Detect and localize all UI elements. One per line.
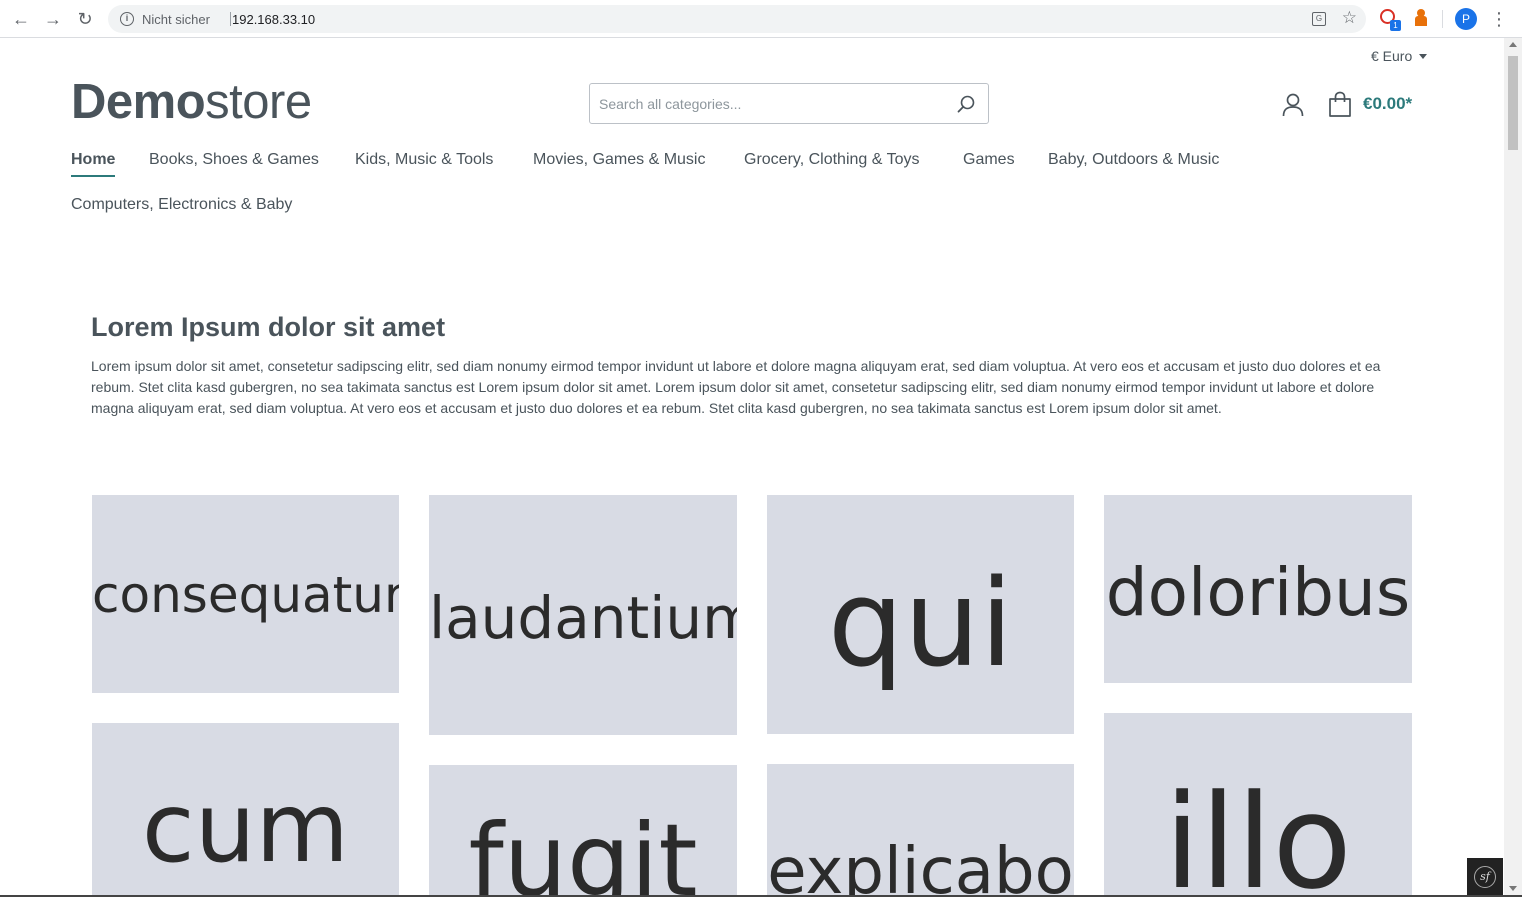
symfony-logo-icon: sf <box>1474 865 1496 888</box>
tile-label: explicabo <box>767 835 1074 895</box>
image-tile[interactable]: fugit <box>429 765 737 895</box>
cart-total[interactable]: €0.00* <box>1363 94 1412 114</box>
search-form <box>589 83 989 124</box>
image-tile[interactable]: cum <box>92 723 399 895</box>
extension-badge: 1 <box>1390 20 1401 31</box>
tile-label: illo <box>1164 766 1352 895</box>
url-text[interactable]: 192.168.33.10 <box>232 12 315 27</box>
image-tile[interactable]: illo <box>1104 713 1412 895</box>
browser-toolbar: ← → ↻ i Nicht sicher 192.168.33.10 G ☆ 1… <box>0 0 1522 38</box>
search-input[interactable] <box>591 85 941 122</box>
nav-item-computers-electronics-baby[interactable]: Computers, Electronics & Baby <box>71 196 292 214</box>
nav-item-movies-games-music[interactable]: Movies, Games & Music <box>533 151 705 169</box>
currency-label: € Euro <box>1371 48 1413 64</box>
page-scrollbar[interactable] <box>1504 38 1522 895</box>
page-title: Lorem Ipsum dolor sit amet <box>91 312 446 342</box>
nav-item-games[interactable]: Games <box>963 151 1015 169</box>
extension-person-icon[interactable] <box>1415 9 1427 27</box>
user-icon[interactable] <box>1282 93 1304 117</box>
caret-down-icon <box>1419 53 1428 59</box>
tile-label: cum <box>141 772 350 884</box>
nav-item-kids-music-tools[interactable]: Kids, Music & Tools <box>355 151 493 169</box>
tile-label: laudantium <box>429 584 737 652</box>
image-tile[interactable]: laudantium <box>429 495 737 735</box>
info-icon[interactable]: i <box>120 12 134 26</box>
page-viewport: € Euro Demostore €0.00* Home Books, Shoe… <box>0 38 1504 895</box>
currency-switcher[interactable]: € Euro <box>1371 48 1428 64</box>
tile-label: fugit <box>468 802 698 895</box>
extension-icon[interactable]: 1 <box>1380 9 1401 31</box>
back-icon[interactable]: ← <box>8 6 34 32</box>
divider <box>1442 10 1443 28</box>
image-tile[interactable]: explicabo <box>767 764 1074 895</box>
scrollbar-thumb[interactable] <box>1508 56 1518 150</box>
nav-item-books-shoes-games[interactable]: Books, Shoes & Games <box>149 151 319 169</box>
scroll-up-icon[interactable] <box>1509 42 1517 47</box>
tile-label: doloribus <box>1105 554 1411 631</box>
scroll-down-icon[interactable] <box>1509 886 1517 891</box>
search-icon[interactable] <box>957 95 975 113</box>
security-label[interactable]: Nicht sicher <box>142 12 210 27</box>
logo-bold: Demo <box>71 75 206 129</box>
nav-item-baby-outdoors-music[interactable]: Baby, Outdoors & Music <box>1048 151 1219 169</box>
bookmark-star-icon[interactable]: ☆ <box>1342 8 1357 28</box>
browser-menu-icon[interactable]: ⋮ <box>1490 9 1508 29</box>
tile-label: qui <box>827 555 1014 694</box>
symfony-debug-toolbar[interactable]: sf <box>1467 858 1503 895</box>
tile-label: consequatur <box>92 566 399 624</box>
reload-icon[interactable]: ↻ <box>72 6 98 32</box>
translate-icon[interactable]: G <box>1312 12 1326 26</box>
image-tile[interactable]: consequatur <box>92 495 399 693</box>
profile-avatar[interactable]: P <box>1455 8 1477 30</box>
logo-light: store <box>205 75 312 129</box>
nav-item-home[interactable]: Home <box>71 151 116 177</box>
forward-icon[interactable]: → <box>40 6 66 32</box>
address-bar[interactable]: i Nicht sicher 192.168.33.10 G ☆ <box>108 5 1366 33</box>
nav-item-grocery-clothing-toys[interactable]: Grocery, Clothing & Toys <box>744 151 919 169</box>
shopping-bag-icon[interactable] <box>1328 91 1352 117</box>
image-tile[interactable]: doloribus <box>1104 495 1412 683</box>
intro-text: Lorem ipsum dolor sit amet, consetetur s… <box>91 358 1381 416</box>
divider <box>230 12 231 26</box>
image-tile[interactable]: qui <box>767 495 1074 734</box>
store-logo[interactable]: Demostore <box>71 74 312 130</box>
